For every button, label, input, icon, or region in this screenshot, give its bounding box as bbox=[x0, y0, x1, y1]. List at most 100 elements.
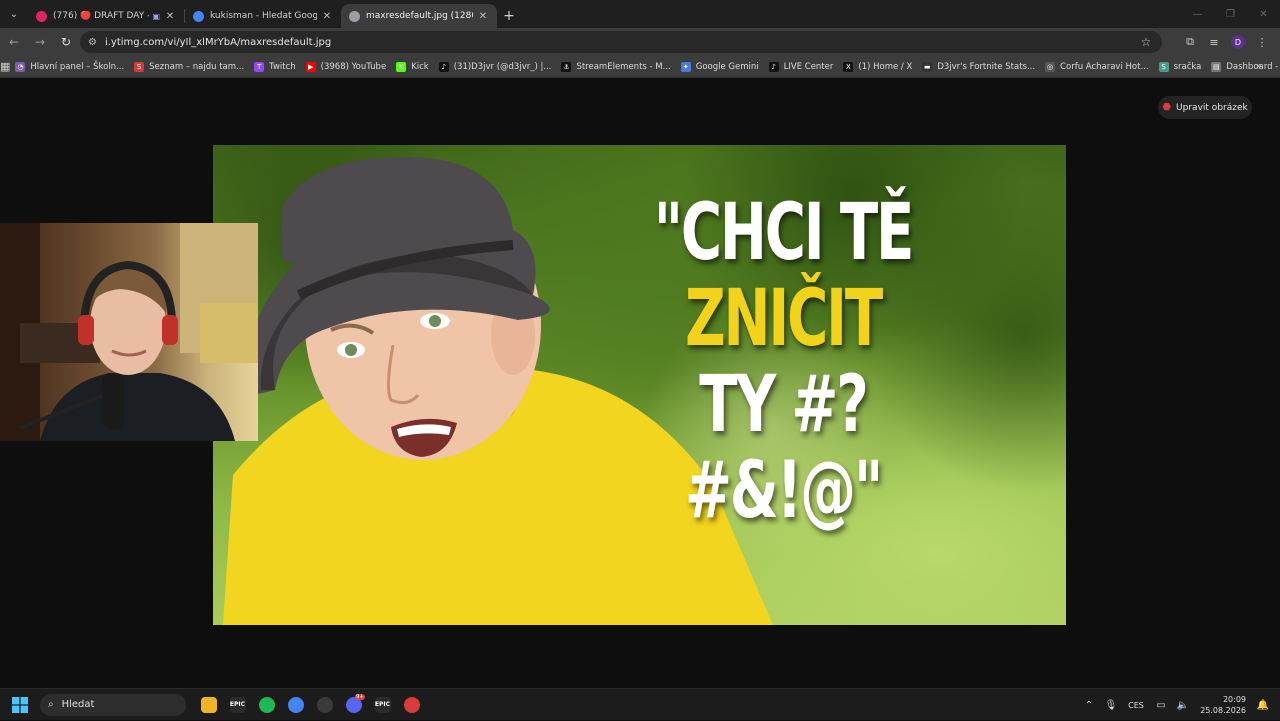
bookmark-favicon-icon: ♪ bbox=[438, 61, 449, 72]
maximize-icon[interactable]: ❐ bbox=[1214, 0, 1247, 28]
bookmark-favicon-icon: ▬ bbox=[922, 61, 933, 72]
bookmark-favicon-icon: S bbox=[1158, 61, 1169, 72]
notifications-icon[interactable]: 🔔 bbox=[1252, 700, 1274, 711]
tab-draft-day[interactable]: (776) 🔴 DRAFT DAY - Cla ▣ ✕ bbox=[28, 4, 184, 28]
bookmark-label: (3968) YouTube bbox=[320, 61, 387, 72]
taskbar-app-streamelements[interactable] bbox=[397, 691, 426, 719]
bookmark-label: Google Gemini bbox=[695, 61, 759, 72]
bookmark-label: StreamElements - M... bbox=[576, 61, 671, 72]
tab-close-icon[interactable]: ✕ bbox=[477, 11, 489, 22]
bookmark-item[interactable]: ♪ (31)D3jvr (@d3jvr_) |... bbox=[434, 61, 557, 72]
profile-avatar-icon[interactable]: D bbox=[1231, 35, 1245, 49]
taskbar-app-obs[interactable] bbox=[310, 691, 339, 719]
bookmark-label: Corfu Acharavi Hot... bbox=[1060, 61, 1149, 72]
tab-google-search[interactable]: kukisman - Hledat Googlem ✕ bbox=[185, 4, 341, 28]
language-indicator[interactable]: CES bbox=[1122, 701, 1150, 710]
bookmark-favicon-icon: T bbox=[254, 61, 265, 72]
epic-games-2-icon: EPIC bbox=[374, 696, 391, 713]
edit-image-button[interactable]: ⬣ Upravit obrázek bbox=[1158, 96, 1252, 119]
system-tray: ⌃ 🎙 CES ▭ 🔈 20:09 25.08.2026 🔔 bbox=[1078, 689, 1274, 721]
bookmark-label: Kick bbox=[411, 61, 429, 72]
apps-grid-icon[interactable]: ▦ bbox=[0, 60, 10, 73]
bookmark-label: (1) Home / X bbox=[858, 61, 913, 72]
spotify-icon bbox=[258, 696, 275, 713]
bookmarks-bar: ▦ ◔ Hlavní panel – Školn... S Seznam – najd… bbox=[0, 56, 1280, 78]
menu-kebab-icon[interactable]: ⋮ bbox=[1250, 30, 1274, 54]
bookmarks-overflow-icon[interactable]: » bbox=[1256, 61, 1262, 72]
bookmark-item[interactable]: ◔ Hlavní panel – Školn... bbox=[10, 61, 129, 72]
bookmark-star-icon[interactable]: ☆ bbox=[1136, 35, 1156, 49]
bookmark-favicon-icon: X bbox=[843, 61, 854, 72]
extensions-icon[interactable]: ⧉ bbox=[1178, 30, 1202, 54]
clock-time: 20:09 bbox=[1222, 695, 1246, 704]
windows-logo-icon bbox=[12, 696, 28, 713]
bookmark-item[interactable]: ◎ Corfu Acharavi Hot... bbox=[1040, 61, 1153, 72]
tab-close-icon[interactable]: ✕ bbox=[321, 11, 333, 22]
back-button[interactable]: ← bbox=[2, 30, 26, 54]
bookmark-favicon-icon: K bbox=[396, 61, 407, 72]
notification-badge: 9+ bbox=[354, 693, 365, 700]
site-info-icon[interactable]: ⚙ bbox=[88, 37, 97, 48]
bookmark-item[interactable]: S Seznam – najdu tam... bbox=[129, 61, 249, 72]
minimize-icon[interactable]: — bbox=[1181, 0, 1214, 28]
cast-icon: ▣ bbox=[152, 11, 160, 21]
network-icon[interactable]: ▭ bbox=[1150, 700, 1172, 711]
taskbar-app-epic-games-2[interactable]: EPIC bbox=[368, 691, 397, 719]
bookmark-label: sračka bbox=[1173, 61, 1202, 72]
bookmark-item[interactable]: ⚓ StreamElements - M... bbox=[556, 61, 675, 72]
edit-image-label: Upravit obrázek bbox=[1176, 102, 1248, 113]
media-controls-icon[interactable]: ≡ bbox=[1202, 30, 1226, 54]
tray-chevron-up-icon[interactable]: ⌃ bbox=[1078, 700, 1100, 711]
tab-title: (776) 🔴 DRAFT DAY - Cla bbox=[53, 11, 149, 21]
new-tab-button[interactable]: + bbox=[497, 4, 521, 28]
start-button[interactable] bbox=[0, 689, 40, 721]
bookmark-item[interactable]: ▤ Dashboard - Payout... bbox=[1206, 61, 1280, 72]
bookmark-favicon-icon: ◔ bbox=[15, 61, 26, 72]
google-favicon-icon bbox=[193, 10, 204, 22]
bookmark-item[interactable]: ▶ (3968) YouTube bbox=[301, 61, 392, 72]
address-bar[interactable]: ⚙ i.ytimg.com/vi/yIl_xlMrYbA/maxresdefau… bbox=[80, 31, 1162, 53]
thumbnail-headline: "CHCI TĚ ZNIČIT TY #?#&!@" bbox=[603, 190, 963, 534]
bookmark-item[interactable]: ♪ LIVE Center bbox=[764, 61, 839, 72]
bookmark-item[interactable]: K Kick bbox=[391, 61, 434, 72]
taskbar-app-spotify[interactable] bbox=[252, 691, 281, 719]
bookmark-favicon-icon: S bbox=[134, 61, 145, 72]
close-window-icon[interactable]: ✕ bbox=[1247, 0, 1280, 28]
youtube-favicon-icon bbox=[36, 10, 47, 22]
tab-search-chevron-icon[interactable]: ⌄ bbox=[0, 0, 28, 28]
taskbar-app-chrome[interactable] bbox=[281, 691, 310, 719]
headline-yellow-text: ZNIČIT bbox=[684, 274, 883, 364]
headline-line-2: TY #?#&!@" bbox=[684, 360, 883, 536]
pdf-icon: ⬣ bbox=[1162, 102, 1172, 113]
bookmark-item[interactable]: X (1) Home / X bbox=[838, 61, 917, 72]
bookmark-label: Dashboard - Payout... bbox=[1226, 61, 1280, 72]
taskbar-search[interactable]: ⌕ Hledat bbox=[40, 693, 186, 716]
epic-games-icon: EPIC bbox=[229, 696, 246, 713]
bookmark-item[interactable]: Ssračka bbox=[1154, 61, 1207, 72]
headline-line-1: "CHCI TĚ ZNIČIT bbox=[603, 190, 963, 362]
taskbar-app-file-explorer[interactable] bbox=[194, 691, 223, 719]
bookmark-item[interactable]: T Twitch bbox=[249, 61, 301, 72]
webcam-overlay bbox=[0, 223, 258, 441]
forward-button[interactable]: → bbox=[28, 30, 52, 54]
streamer-webcam-illustration bbox=[0, 223, 258, 441]
microphone-icon[interactable]: 🎙 bbox=[1100, 700, 1122, 711]
tab-maxresdefault[interactable]: maxresdefault.jpg (1280×720) ✕ bbox=[341, 4, 497, 28]
tab-close-icon[interactable]: ✕ bbox=[164, 11, 176, 22]
taskbar-app-epic-games[interactable]: EPIC bbox=[223, 691, 252, 719]
bookmark-label: Twitch bbox=[269, 61, 296, 72]
tab-title: maxresdefault.jpg (1280×720) bbox=[366, 11, 473, 21]
pinned-apps: EPIC 9+ EPIC bbox=[194, 691, 426, 719]
reload-button[interactable]: ↻ bbox=[54, 30, 78, 54]
taskbar-app-discord[interactable]: 9+ bbox=[339, 691, 368, 719]
bookmark-favicon-icon: ◎ bbox=[1045, 61, 1056, 72]
bookmark-favicon-icon: ⚓ bbox=[561, 61, 572, 72]
bookmark-item[interactable]: ✦ Google Gemini bbox=[676, 61, 764, 72]
tab-strip: ⌄ (776) 🔴 DRAFT DAY - Cla ▣ ✕ kukisman -… bbox=[0, 0, 1280, 28]
bookmark-item[interactable]: ▬ D3jvr's Fortnite Stats... bbox=[917, 61, 1040, 72]
tab-title: kukisman - Hledat Googlem bbox=[210, 11, 317, 21]
clock[interactable]: 20:09 25.08.2026 bbox=[1194, 694, 1246, 716]
search-icon: ⌕ bbox=[48, 699, 54, 710]
chrome-icon bbox=[287, 696, 304, 713]
volume-icon[interactable]: 🔈 bbox=[1172, 700, 1194, 711]
